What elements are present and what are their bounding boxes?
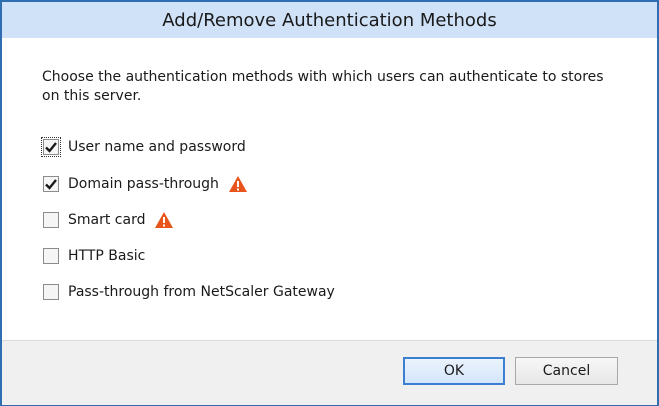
cancel-button[interactable]: Cancel <box>515 357 618 385</box>
dialog-title: Add/Remove Authentication Methods <box>162 9 497 31</box>
option-domain-pass-through[interactable]: Domain pass-through <box>43 173 248 195</box>
option-label: Pass-through from NetScaler Gateway <box>68 284 335 300</box>
warning-icon <box>154 211 174 229</box>
option-http-basic[interactable]: HTTP Basic <box>43 245 145 267</box>
ok-button[interactable]: OK <box>403 357 505 385</box>
option-user-name-and-password[interactable]: User name and password <box>41 136 246 158</box>
warning-icon <box>228 175 248 193</box>
checkmark-icon <box>45 179 57 190</box>
domain-pass-through-checkbox[interactable] <box>43 176 59 192</box>
option-label: Domain pass-through <box>68 176 219 192</box>
title-bar: Add/Remove Authentication Methods <box>2 2 657 38</box>
option-pass-through-from-netscaler-gateway[interactable]: Pass-through from NetScaler Gateway <box>43 281 335 303</box>
smart-card-checkbox[interactable] <box>43 212 59 228</box>
dialog-description: Choose the authentication methods with w… <box>42 69 604 104</box>
option-label: Smart card <box>68 212 146 228</box>
option-label: User name and password <box>68 139 246 155</box>
dialog-footer: OK Cancel <box>2 340 657 405</box>
pass-through-netscaler-gateway-checkbox[interactable] <box>43 284 59 300</box>
checkmark-icon <box>45 142 57 153</box>
http-basic-checkbox[interactable] <box>43 248 59 264</box>
option-smart-card[interactable]: Smart card <box>43 209 174 231</box>
option-label: HTTP Basic <box>68 248 146 264</box>
user-name-and-password-checkbox[interactable] <box>41 137 61 157</box>
authentication-methods-dialog: Add/Remove Authentication Methods Choose… <box>0 0 659 406</box>
